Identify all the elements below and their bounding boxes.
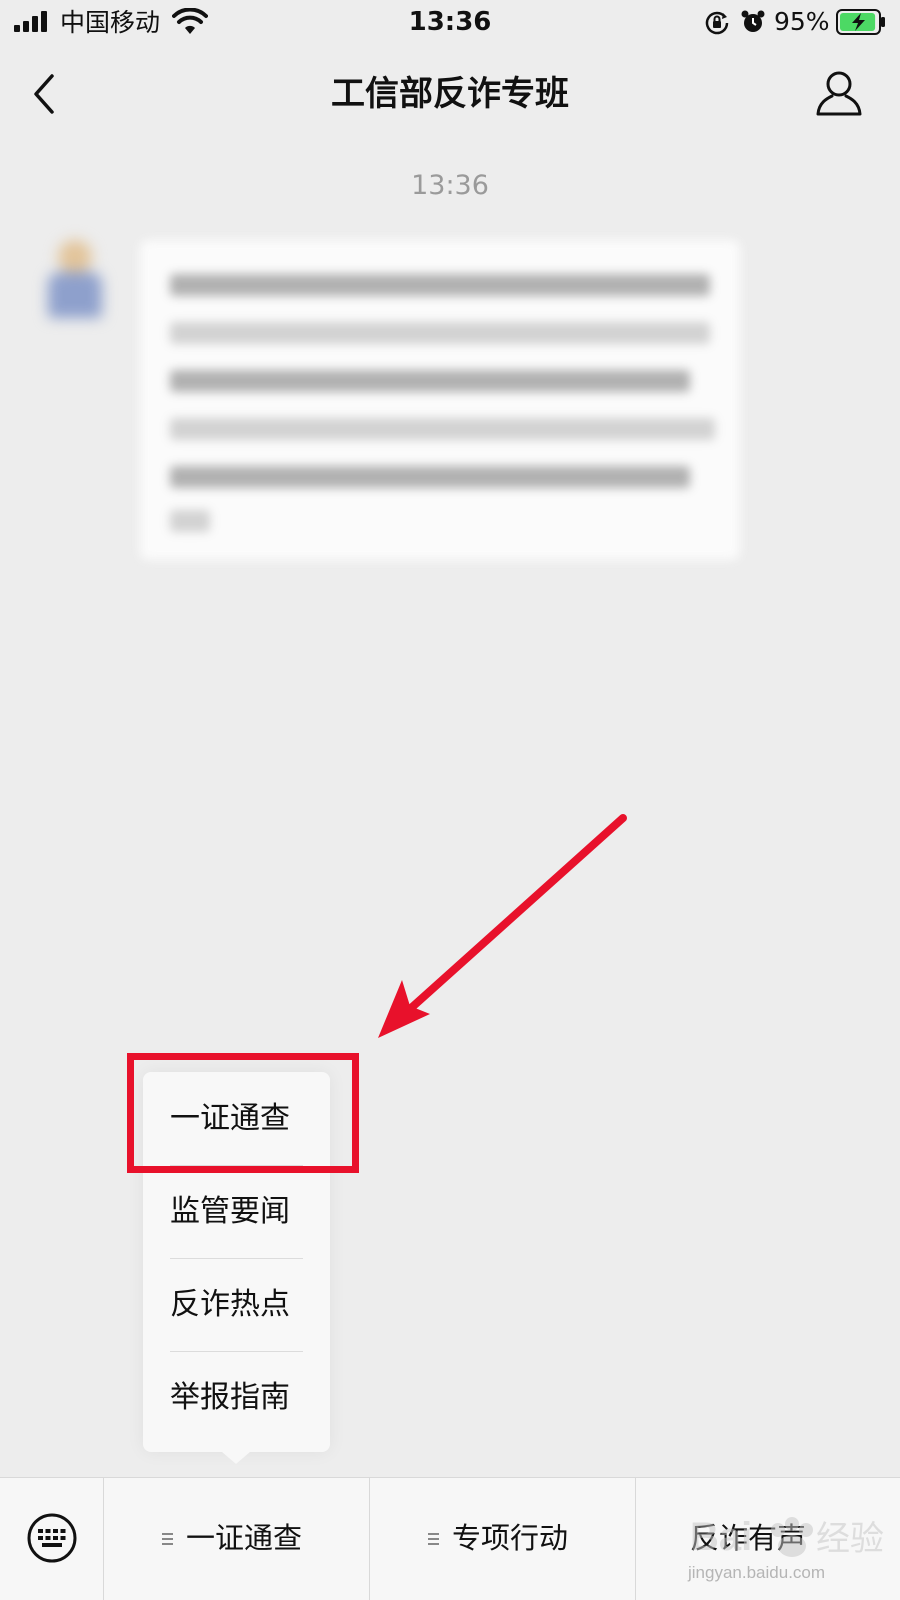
menu-lines-icon: [162, 1533, 173, 1545]
menu-lines-icon: [428, 1533, 439, 1545]
menu-item-regulatory-news[interactable]: 监管要闻: [170, 1165, 303, 1258]
profile-icon[interactable]: [814, 68, 864, 118]
menu-item-report-guide[interactable]: 举报指南: [170, 1351, 303, 1444]
annotation-highlight-box: [127, 1053, 359, 1173]
rotation-lock-icon: [705, 11, 729, 35]
message-bubble-blurred: [140, 240, 740, 560]
menu-item-fraud-hotspots[interactable]: 反诈热点: [170, 1258, 303, 1351]
message-timestamp: 13:36: [411, 170, 489, 201]
status-bar: 中国移动 13:36 95%: [0, 0, 900, 46]
chat-title: 工信部反诈专班: [331, 74, 569, 114]
tab-label: 一证通查: [186, 1521, 303, 1555]
keyboard-icon: [27, 1513, 77, 1563]
tab-special-action[interactable]: 专项行动: [370, 1478, 636, 1600]
annotation-arrow: [378, 814, 627, 1038]
watermark-url: jingyan.baidu.com: [688, 1563, 826, 1582]
tab-label: 专项行动: [452, 1521, 569, 1555]
keyboard-toggle-button[interactable]: [0, 1478, 104, 1600]
tab-label: 反诈有声: [690, 1521, 807, 1555]
alarm-icon: [741, 10, 765, 32]
battery-percent: 95%: [774, 7, 830, 36]
nav-bar: 工信部反诈专班: [0, 46, 900, 142]
sender-avatar[interactable]: [38, 226, 110, 324]
battery-charging-icon: [836, 9, 885, 35]
tab-id-check[interactable]: 一证通查: [104, 1478, 370, 1600]
